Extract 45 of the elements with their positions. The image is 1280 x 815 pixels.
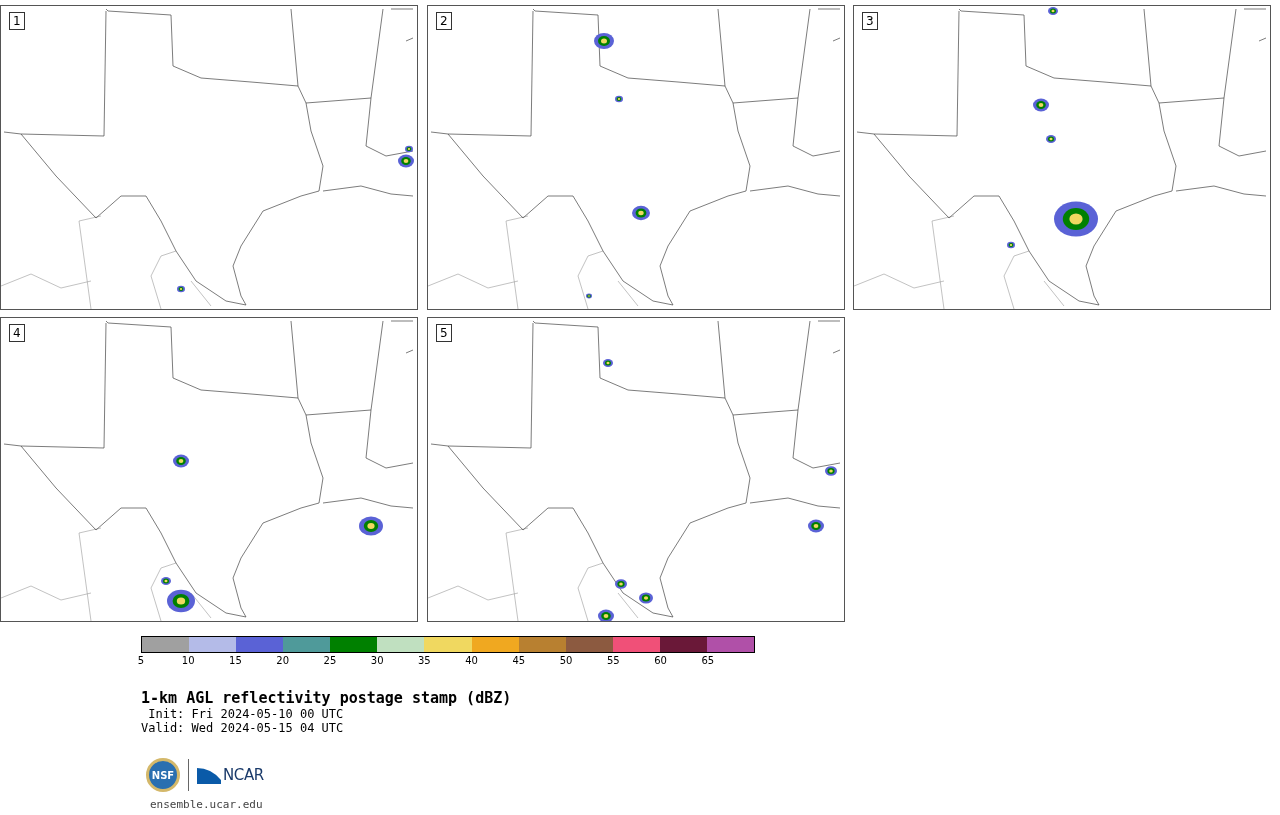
tick-label: 45 <box>512 655 526 667</box>
radar-echo <box>167 589 195 613</box>
tick-label: 55 <box>606 655 620 667</box>
tick-label: 15 <box>229 655 242 667</box>
tick-label: 50 <box>559 655 573 667</box>
panel-number: 1 <box>9 12 25 30</box>
panel-number: 2 <box>436 12 452 30</box>
valid-time: Valid: Wed 2024-05-15 04 UTC <box>141 721 345 735</box>
radar-echo <box>173 454 189 468</box>
panel-number: 3 <box>862 12 878 30</box>
radar-echo <box>359 516 383 536</box>
tick-label: 35 <box>418 655 431 667</box>
radar-echo <box>615 579 627 589</box>
radar-echo <box>594 33 614 49</box>
tick-label: 10 <box>181 655 195 667</box>
radar-echo <box>1007 241 1015 249</box>
tick-label: 30 <box>370 655 384 667</box>
radar-echo <box>161 577 171 585</box>
radar-echo <box>1054 201 1098 237</box>
radar-echo <box>177 285 185 293</box>
radar-echo <box>1033 98 1049 112</box>
chart-title: 1-km AGL reflectivity postage stamp (dBZ) <box>141 689 512 707</box>
radar-echo <box>808 519 824 533</box>
radar-echo <box>639 592 653 604</box>
init-time: Init: Fri 2024-05-10 00 UTC <box>147 707 345 721</box>
tick-label: 20 <box>276 655 290 667</box>
tick-label: 65 <box>701 655 715 667</box>
radar-echo <box>825 466 837 476</box>
radar-echo <box>615 95 623 103</box>
panel-number: 5 <box>436 324 452 342</box>
radar-echo <box>1046 135 1056 143</box>
radar-echo <box>598 609 614 621</box>
tick-label: 40 <box>465 655 478 667</box>
ncar-logo: NCAR <box>223 764 264 786</box>
radar-echo <box>1048 7 1058 15</box>
tick-label: 60 <box>654 655 667 667</box>
radar-echo <box>632 205 650 221</box>
radar-echo <box>586 293 592 299</box>
panel-number: 4 <box>9 324 25 342</box>
tick-label: 25 <box>323 655 337 667</box>
ncar-swoosh-icon <box>197 766 221 784</box>
radar-echo <box>603 359 613 367</box>
tick-label: 5 <box>137 655 145 667</box>
website-url: ensemble.ucar.edu <box>150 797 263 813</box>
nsf-logo: NSF <box>146 758 180 792</box>
